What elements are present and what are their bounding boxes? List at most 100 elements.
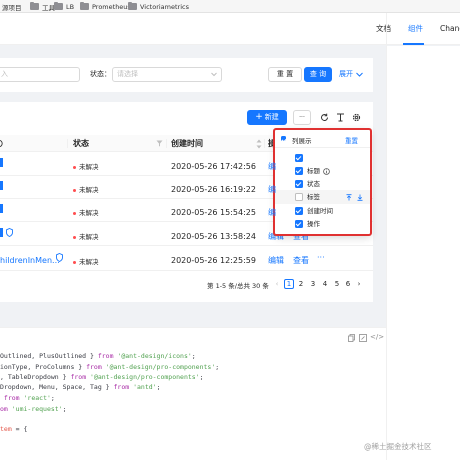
status-dot — [73, 188, 76, 192]
status-badge: 未解决 — [73, 232, 99, 242]
bookmark-label: 源项目 — [2, 3, 22, 12]
code-line: Outlined, PlusOutlined } from '@ant-desi… — [0, 352, 196, 361]
sort-icon[interactable] — [256, 139, 262, 149]
new-button[interactable]: + 新建 — [247, 110, 287, 125]
title-link[interactable] — [0, 158, 3, 167]
status-text: 未解决 — [79, 258, 99, 266]
copy-icon[interactable] — [348, 334, 355, 342]
expand-label: 展开 — [339, 70, 353, 78]
status-badge: 未解决 — [73, 162, 99, 172]
status-dot — [73, 260, 76, 264]
code-toggle-icon[interactable]: </> — [370, 333, 384, 341]
edit-link[interactable]: 编辑 — [268, 256, 284, 266]
code-token: ionType, ProColumns } — [0, 363, 87, 371]
page-item[interactable]: 4 — [320, 279, 330, 289]
status-badge: 未解决 — [73, 208, 99, 218]
pagination-summary: 第 1-5 条/总共 30 条 — [207, 282, 269, 290]
bookmark-item[interactable]: Prometheus — [80, 1, 131, 12]
plus-icon: + — [255, 112, 263, 122]
row-divider — [0, 270, 373, 271]
more-icon[interactable]: ··· — [317, 253, 325, 263]
code-token: ; — [199, 373, 204, 381]
nav-docs[interactable]: 文档 — [376, 13, 391, 45]
edit-link[interactable]: 编 — [268, 162, 276, 172]
content-divider — [386, 13, 387, 460]
code-token: 'umi-request' — [11, 405, 63, 413]
next-page-icon[interactable]: › — [354, 279, 364, 289]
top-header: 文档 组件 Chang — [0, 13, 460, 45]
folder-icon — [54, 2, 63, 10]
bookmark-item[interactable]: 工具 — [30, 1, 55, 12]
reset-button[interactable]: 重 置 — [268, 67, 302, 82]
status-text: 未解决 — [79, 163, 99, 171]
external-link-icon[interactable] — [359, 334, 367, 342]
code-line: , TableDropdown } from '@ant-design/pro-… — [0, 373, 204, 382]
density-icon[interactable] — [336, 113, 345, 122]
created-time: 2020-05-26 16:19:22 — [171, 185, 256, 194]
bookmark-label: Victoriametrics — [140, 2, 189, 11]
chevron-down-icon — [211, 72, 217, 77]
status-text: 未解决 — [79, 186, 99, 194]
new-button-label: 新建 — [264, 113, 279, 121]
watermark: @稀土掘金技术社区 — [364, 442, 432, 451]
query-button[interactable]: 查 询 — [304, 67, 332, 82]
code-token: ; — [191, 352, 196, 360]
column-header-created: 创建时间 — [171, 139, 203, 148]
code-token: 'react' — [23, 394, 51, 402]
expand-toggle[interactable]: 展开 — [339, 69, 363, 79]
created-time: 2020-05-26 17:42:56 — [171, 162, 256, 171]
status-select[interactable]: 请选择 — [112, 67, 222, 82]
gear-icon[interactable] — [352, 113, 361, 122]
bookmark-item[interactable]: LB — [54, 1, 74, 12]
bookmarks-bar: 源项目 工具 LB Prometheus Victoriametrics — [0, 0, 460, 13]
shield-icon — [56, 253, 63, 262]
page-item[interactable]: 6 — [343, 279, 353, 289]
shield-icon — [6, 228, 13, 237]
info-circle-icon — [0, 139, 3, 148]
bookmark-item[interactable]: Victoriametrics — [128, 1, 189, 12]
nav-changelog[interactable]: Chang — [440, 13, 460, 45]
status-text: 未解决 — [79, 209, 99, 217]
created-time: 2020-05-26 15:54:25 — [171, 208, 256, 217]
code-token: from — [70, 373, 87, 381]
code-token: from — [113, 383, 130, 391]
more-actions-button[interactable]: ··· — [293, 110, 311, 125]
title-link[interactable] — [0, 181, 3, 190]
code-token: '@ant-design/icons' — [117, 352, 192, 360]
title-link[interactable]: hildrenInMen... — [0, 256, 60, 266]
title-link[interactable] — [0, 204, 3, 213]
column-header-status: 状态 — [73, 139, 89, 148]
prev-page-icon[interactable]: ‹ — [272, 279, 282, 289]
code-token: 'antd' — [133, 383, 157, 391]
view-link[interactable]: 查看 — [293, 256, 309, 266]
bookmark-item[interactable]: 源项目 — [2, 1, 22, 12]
code-token: ; — [215, 363, 220, 371]
status-badge: 未解决 — [73, 185, 99, 195]
column-divider — [264, 139, 265, 148]
status-select-placeholder: 请选择 — [117, 70, 138, 78]
code-token: tem — [0, 425, 12, 433]
created-time: 2020-05-26 13:58:24 — [171, 232, 256, 241]
reload-icon[interactable] — [320, 113, 329, 122]
code-token: from — [86, 363, 102, 371]
page-item[interactable]: 3 — [308, 279, 318, 289]
code-token: = { — [11, 425, 28, 433]
bookmark-label: LB — [66, 2, 75, 11]
code-token: , TableDropdown } — [0, 373, 71, 381]
title-search-input[interactable]: 入 — [0, 67, 80, 82]
status-dot — [73, 211, 76, 215]
nav-components[interactable]: 组件 — [408, 13, 423, 45]
status-label: 状态： — [90, 70, 111, 78]
page-item[interactable]: 1 — [284, 279, 294, 289]
code-line: om 'umi-request'; — [0, 405, 67, 414]
code-token: ; — [50, 394, 55, 402]
page-item[interactable]: 5 — [332, 279, 342, 289]
edit-link[interactable]: 编 — [268, 185, 276, 195]
folder-icon — [30, 2, 39, 10]
filter-icon[interactable] — [156, 140, 163, 147]
page-item[interactable]: 2 — [296, 279, 306, 289]
row-divider — [0, 245, 373, 246]
code-token: from — [97, 352, 114, 360]
title-link[interactable] — [0, 228, 3, 237]
edit-link[interactable]: 编 — [268, 208, 276, 218]
